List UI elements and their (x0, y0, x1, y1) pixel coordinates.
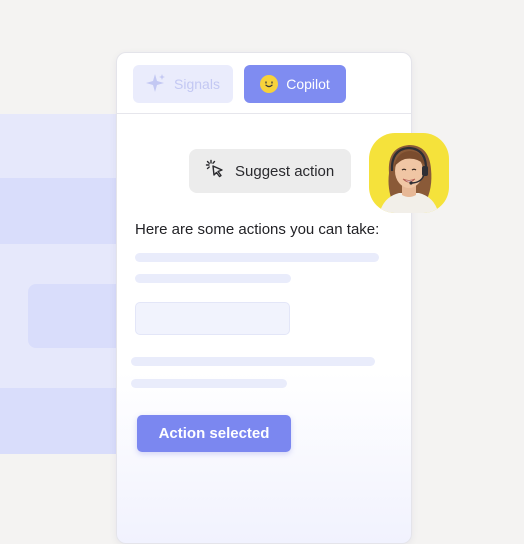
action-selected-button[interactable]: Action selected (137, 415, 291, 452)
agent-avatar (369, 133, 449, 213)
panel-header: Signals Copilot (117, 53, 411, 114)
copilot-panel: Signals Copilot Suggest action Here are … (116, 52, 412, 544)
background-band (0, 178, 120, 244)
tab-copilot-label: Copilot (286, 76, 330, 92)
sparkle-icon (146, 73, 166, 96)
background-band (28, 284, 120, 348)
cursor-click-icon (205, 159, 225, 183)
placeholder-line (131, 357, 375, 366)
placeholder-option (135, 302, 290, 335)
actions-intro-text: Here are some actions you can take: (135, 221, 380, 238)
suggest-action-message[interactable]: Suggest action (189, 149, 351, 193)
tab-signals-label: Signals (174, 76, 220, 92)
placeholder-line (135, 274, 291, 283)
smiley-face-icon (260, 75, 279, 93)
tab-copilot[interactable]: Copilot (244, 65, 346, 103)
background-band (0, 388, 120, 454)
suggest-action-label: Suggest action (235, 162, 335, 180)
tab-signals[interactable]: Signals (133, 65, 233, 103)
placeholder-line (135, 253, 379, 262)
placeholder-line (131, 379, 287, 388)
